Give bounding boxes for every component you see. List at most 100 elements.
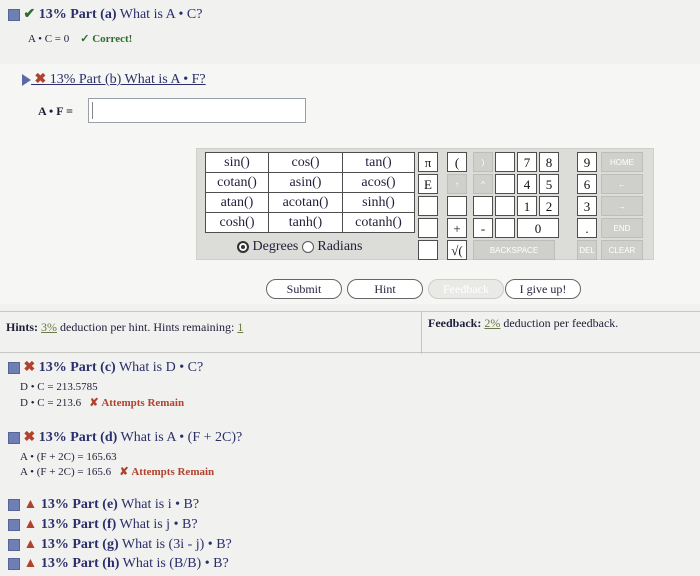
warning-icon: ▲ — [23, 497, 38, 512]
fn-acos[interactable]: acos() — [342, 172, 415, 193]
key-blank — [495, 152, 515, 172]
key-backspace[interactable]: BACKSPACE — [473, 240, 555, 260]
fn-tan[interactable]: tan() — [342, 152, 415, 173]
key-caret[interactable]: ^ — [473, 174, 493, 194]
part-collapse-icon[interactable] — [8, 557, 20, 570]
key-blank — [495, 196, 515, 216]
part-d-title[interactable]: ✖ 13% Part (d) What is A • (F + 2C)? — [8, 429, 242, 446]
key-up-arrow[interactable]: ↑ — [447, 174, 467, 194]
part-a-status: Correct! — [92, 33, 133, 45]
key-plus[interactable]: + — [447, 218, 467, 238]
cross-icon: ✖ — [23, 430, 36, 445]
key-blank — [495, 174, 515, 194]
part-f-title[interactable]: ▲ 13% Part (f) What is j • B? — [8, 517, 198, 533]
part-collapse-icon[interactable] — [8, 431, 20, 444]
fn-cosh[interactable]: cosh() — [205, 212, 269, 233]
fn-atan[interactable]: atan() — [205, 192, 269, 213]
fn-asin[interactable]: asin() — [268, 172, 343, 193]
key-clear[interactable]: CLEAR — [601, 240, 643, 260]
part-b-title[interactable]: ✖ 13% Part (b) What is A • F? — [22, 71, 206, 88]
key-close-paren[interactable]: ) — [473, 152, 493, 172]
key-blank — [418, 196, 438, 216]
degrees-label: Degrees — [252, 239, 299, 254]
part-c-title[interactable]: ✖ 13% Part (c) What is D • C? — [8, 359, 203, 376]
key-1[interactable]: 1 — [517, 196, 537, 216]
fn-sin[interactable]: sin() — [205, 152, 269, 173]
fn-tanh[interactable]: tanh() — [268, 212, 343, 233]
part-d-answer-2: A • (F + 2C) = 165.6 — [20, 466, 112, 478]
key-4[interactable]: 4 — [517, 174, 537, 194]
part-a-answer-expr: A • C = 0 — [28, 33, 70, 45]
part-c-status: Attempts Remain — [101, 397, 185, 409]
key-0[interactable]: 0 — [517, 218, 559, 238]
hints-remaining: 1 — [237, 320, 244, 334]
hints-feedback-bar: Hints: 3% deduction per hint. Hints rema… — [0, 311, 700, 354]
key-blank — [495, 218, 515, 238]
submit-button[interactable]: Submit — [266, 279, 342, 299]
key-left-arrow[interactable]: ← — [601, 174, 643, 194]
part-c-answer-1: D • C = 213.5785 — [20, 381, 98, 393]
key-6[interactable]: 6 — [577, 174, 597, 194]
fn-cotan[interactable]: cotan() — [205, 172, 269, 193]
part-collapse-icon[interactable] — [8, 8, 20, 21]
radians-label: Radians — [317, 239, 363, 254]
key-5[interactable]: 5 — [539, 174, 559, 194]
angle-mode: Degrees Radians — [237, 239, 362, 255]
key-pi[interactable]: π — [418, 152, 438, 172]
key-blank — [447, 196, 467, 216]
part-e-title[interactable]: ▲ 13% Part (e) What is i • B? — [8, 497, 199, 513]
give-up-button[interactable]: I give up! — [505, 279, 581, 299]
key-dot[interactable]: . — [577, 218, 597, 238]
part-collapse-icon[interactable] — [8, 498, 20, 511]
part-a-answer: A • C = 0 ✓ Correct! — [28, 32, 132, 45]
hint-button[interactable]: Hint — [347, 279, 423, 299]
part-g-question: What is (3i - j) • B? — [121, 537, 232, 552]
part-a-percent: 13% Part (a) — [38, 7, 117, 22]
fn-cotanh[interactable]: cotanh() — [342, 212, 415, 233]
key-9[interactable]: 9 — [577, 152, 597, 172]
key-right-arrow[interactable]: → — [601, 196, 643, 216]
part-c-percent: 13% Part (c) — [38, 360, 116, 375]
af-answer-input[interactable] — [88, 98, 306, 123]
part-d-percent: 13% Part (d) — [38, 430, 118, 445]
part-c-answer-2: D • C = 213.6 — [20, 397, 82, 409]
part-f-percent: 13% Part (f) — [40, 517, 117, 532]
warning-icon: ▲ — [23, 537, 38, 552]
feedback-deduction: 2% — [484, 316, 501, 330]
warning-icon: ▲ — [23, 517, 38, 532]
feedback-info: Feedback: 2% deduction per feedback. — [428, 316, 618, 331]
part-collapse-icon[interactable] — [8, 538, 20, 551]
part-collapse-icon[interactable] — [8, 361, 20, 374]
degrees-radio[interactable] — [237, 240, 249, 253]
key-7[interactable]: 7 — [517, 152, 537, 172]
part-c-answer-2-row: D • C = 213.6 ✘ Attempts Remain — [20, 396, 184, 409]
part-h-title[interactable]: ▲ 13% Part (h) What is (B/B) • B? — [8, 556, 229, 572]
cross-icon: ✖ — [23, 360, 36, 375]
key-home[interactable]: HOME — [601, 152, 643, 172]
part-d-status: Attempts Remain — [131, 466, 215, 478]
fn-acotan[interactable]: acotan() — [268, 192, 343, 213]
expand-triangle-icon[interactable] — [22, 73, 31, 86]
key-sqrt[interactable]: √( — [447, 240, 467, 260]
fn-sinh[interactable]: sinh() — [342, 192, 415, 213]
text-caret — [92, 102, 93, 119]
part-h-question: What is (B/B) • B? — [122, 556, 229, 571]
feedback-button[interactable]: Feedback — [428, 279, 504, 299]
key-minus[interactable]: - — [473, 218, 493, 238]
part-collapse-icon[interactable] — [8, 518, 20, 531]
part-d-answer-1: A • (F + 2C) = 165.63 — [20, 451, 117, 463]
x-icon: ✘ — [89, 397, 99, 409]
fn-cos[interactable]: cos() — [268, 152, 343, 173]
key-2[interactable]: 2 — [539, 196, 559, 216]
hints-label: Hints: — [6, 320, 39, 334]
key-open-paren[interactable]: ( — [447, 152, 467, 172]
radians-radio[interactable] — [301, 240, 314, 253]
part-d-answer-2-row: A • (F + 2C) = 165.6 ✘ Attempts Remain — [20, 465, 214, 478]
part-g-title[interactable]: ▲ 13% Part (g) What is (3i - j) • B? — [8, 537, 232, 553]
key-3[interactable]: 3 — [577, 196, 597, 216]
key-8[interactable]: 8 — [539, 152, 559, 172]
key-end[interactable]: END — [601, 218, 643, 238]
feedback-text: deduction per feedback. — [503, 316, 619, 330]
key-del[interactable]: DEL — [577, 240, 597, 260]
key-e[interactable]: E — [418, 174, 438, 194]
